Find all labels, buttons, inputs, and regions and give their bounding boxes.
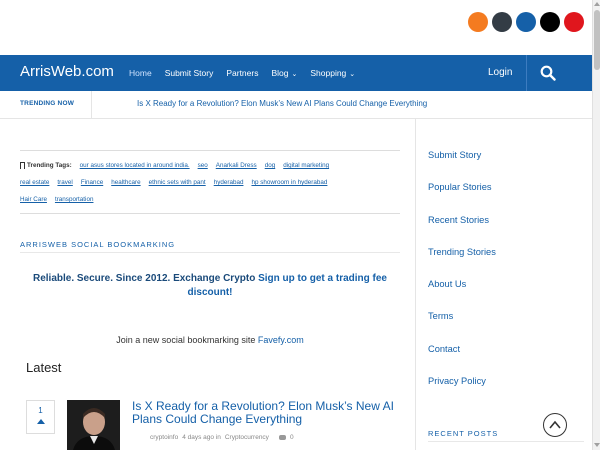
post-thumbnail[interactable] <box>67 400 120 450</box>
nav-item-submit-story[interactable]: Submit Story <box>165 68 214 78</box>
login-link[interactable]: Login <box>488 67 512 78</box>
post-time: 4 days ago in <box>182 434 221 441</box>
recent-posts-divider <box>428 441 584 442</box>
tag-link[interactable]: transportation <box>55 196 94 203</box>
sidebar-divider <box>415 119 416 450</box>
sidebar-links: Submit Story Popular Stories Recent Stor… <box>428 150 578 408</box>
chevron-down-icon: ⌄ <box>349 71 356 78</box>
top-bar <box>0 0 592 55</box>
social-icon-3[interactable] <box>516 12 536 32</box>
tag-link[interactable]: ethnic sets with pant <box>149 179 206 186</box>
site-logo[interactable]: ArrisWeb.com <box>20 63 114 80</box>
sidebar-item-submit-story[interactable]: Submit Story <box>428 150 578 182</box>
social-icon-5[interactable] <box>564 12 584 32</box>
trending-bar: TRENDING NOW Is X Ready for a Revolution… <box>0 91 592 119</box>
tag-link[interactable]: travel <box>57 179 72 186</box>
sidebar-item-terms[interactable]: Terms <box>428 311 578 343</box>
post-author[interactable]: cryptoinfo <box>150 434 178 441</box>
recent-posts-heading: RECENT POSTS <box>428 429 499 438</box>
sidebar-item-popular-stories[interactable]: Popular Stories <box>428 182 578 214</box>
scroll-up-icon[interactable] <box>594 2 600 6</box>
social-icon-2[interactable] <box>492 12 512 32</box>
post-category[interactable]: Cryptocurrency <box>225 434 269 441</box>
nav-menu: Home Submit Story Partners Blog ⌄ Shoppin… <box>129 55 355 91</box>
tag-link[interactable]: digital marketing <box>283 162 329 169</box>
join-banner: Join a new social bookmarking site Favef… <box>20 335 400 345</box>
post-title-link[interactable]: Is X Ready for a Revolution? Elon Musk’s… <box>132 400 402 426</box>
scrollbar[interactable] <box>592 0 600 450</box>
nav-item-blog[interactable]: Blog ⌄ <box>271 68 297 78</box>
chevron-down-icon: ⌄ <box>291 71 298 78</box>
nav-item-shopping[interactable]: Shopping ⌄ <box>310 68 355 78</box>
trending-headline-link[interactable]: Is X Ready for a Revolution? Elon Musk’s… <box>137 99 427 108</box>
tag-link[interactable]: Finance <box>81 179 103 186</box>
tag-link[interactable]: Hair Care <box>20 196 47 203</box>
comment-count[interactable]: 0 <box>290 434 294 441</box>
tag-link[interactable]: real estate <box>20 179 49 186</box>
main-nav: ArrisWeb.com Home Submit Story Partners … <box>0 55 592 91</box>
sidebar-item-trending-stories[interactable]: Trending Stories <box>428 247 578 279</box>
nav-item-home[interactable]: Home <box>129 68 152 78</box>
tag-link[interactable]: hyderabad <box>214 179 244 186</box>
social-icons <box>468 12 584 32</box>
nav-divider <box>526 55 527 91</box>
promo-banner: Reliable. Secure. Since 2012. Exchange C… <box>20 272 400 300</box>
vote-count: 1 <box>38 406 43 415</box>
tag-link[interactable]: our asus stores located in around india. <box>80 162 190 169</box>
nav-item-blog-label: Blog <box>271 68 289 78</box>
sidebar-item-recent-stories[interactable]: Recent Stories <box>428 215 578 247</box>
scroll-down-icon[interactable] <box>594 443 600 447</box>
sidebar-item-about-us[interactable]: About Us <box>428 279 578 311</box>
tag-link[interactable]: Anarkali Dress <box>216 162 257 169</box>
section-heading: ARRISWEB SOCIAL BOOKMARKING <box>20 240 176 249</box>
trending-divider <box>91 91 92 119</box>
search-icon[interactable] <box>540 65 556 81</box>
trending-tags: Trending Tags: our asus stores located i… <box>20 150 400 214</box>
tag-link[interactable]: healthcare <box>111 179 140 186</box>
trending-label: TRENDING NOW <box>20 100 75 107</box>
comment-icon <box>278 435 286 440</box>
promo-text: Reliable. Secure. Since 2012. Exchange C… <box>32 273 256 284</box>
bookmark-icon <box>20 162 25 169</box>
post-meta: cryptoinfo 4 days ago in Cryptocurrency … <box>150 434 294 441</box>
tag-link[interactable]: hp showroom in hyderabad <box>251 179 327 186</box>
tag-row: Hair Care transportation <box>20 191 400 208</box>
portrait-image <box>67 400 120 450</box>
vote-box: 1 <box>26 400 55 434</box>
latest-heading: Latest <box>26 360 62 375</box>
tags-title: Trending Tags: <box>20 162 72 169</box>
sidebar-item-contact[interactable]: Contact <box>428 344 578 376</box>
section-divider <box>20 252 400 253</box>
join-text: Join a new social bookmarking site <box>116 335 256 345</box>
scroll-thumb[interactable] <box>594 10 600 70</box>
scroll-to-top-button[interactable] <box>543 413 567 437</box>
tags-title-label: Trending Tags: <box>27 162 72 169</box>
chevron-up-icon <box>549 420 561 429</box>
nav-item-shopping-label: Shopping <box>310 68 347 78</box>
social-icon-1[interactable] <box>468 12 488 32</box>
tag-row: real estate travel Finance healthcare et… <box>20 174 400 191</box>
nav-item-partners[interactable]: Partners <box>226 68 258 78</box>
upvote-icon[interactable] <box>36 419 45 424</box>
sidebar-item-privacy-policy[interactable]: Privacy Policy <box>428 376 578 408</box>
social-icon-4[interactable] <box>540 12 560 32</box>
join-link[interactable]: Favefy.com <box>258 335 304 345</box>
tag-link[interactable]: dog <box>265 162 276 169</box>
tag-link[interactable]: seo <box>198 162 208 169</box>
tag-row: Trending Tags: our asus stores located i… <box>20 157 400 174</box>
